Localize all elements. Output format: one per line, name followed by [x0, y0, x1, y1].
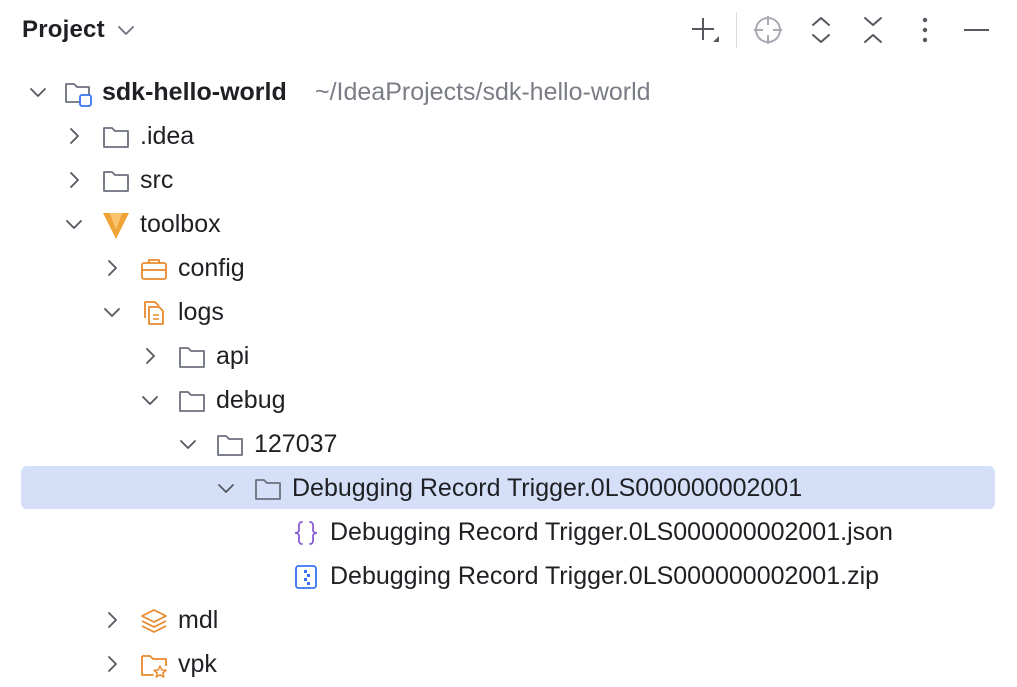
tree-row-zip-file[interactable]: Debugging Record Trigger.0LS000000002001…	[0, 554, 1017, 598]
collapse-all-icon[interactable]	[855, 12, 891, 48]
folder-icon	[217, 435, 243, 456]
project-path: ~/IdeaProjects/sdk-hello-world	[315, 78, 651, 106]
chevron-right-icon[interactable]	[64, 170, 84, 190]
chevron-down-icon[interactable]	[178, 434, 198, 454]
chevron-right-icon[interactable]	[102, 258, 122, 278]
tree-label: logs	[178, 298, 224, 326]
tree-row-127037[interactable]: 127037	[0, 422, 1017, 466]
chevron-right-icon[interactable]	[102, 610, 122, 630]
tree-row-debug[interactable]: debug	[0, 378, 1017, 422]
expand-all-icon[interactable]	[803, 12, 839, 48]
chevron-down-icon[interactable]	[216, 478, 236, 498]
chevron-down-icon[interactable]	[64, 214, 84, 234]
tree-label: 127037	[254, 430, 338, 458]
tree-label: Debugging Record Trigger.0LS000000002001…	[330, 562, 880, 590]
tree-row-vpk[interactable]: vpk	[0, 642, 1017, 686]
panel-header: Project	[0, 0, 1017, 62]
tree-row-json-file[interactable]: Debugging Record Trigger.0LS000000002001…	[0, 510, 1017, 554]
tree-label: config	[178, 254, 245, 282]
folder-icon	[103, 127, 129, 148]
panel-title[interactable]: Project	[22, 16, 105, 44]
tree-label: debug	[216, 386, 286, 414]
tree-label: src	[140, 166, 174, 194]
tree-label: toolbox	[140, 210, 221, 238]
more-options-icon[interactable]	[907, 12, 943, 48]
toolbar-separator	[736, 12, 737, 48]
hide-panel-icon[interactable]	[958, 12, 994, 48]
tree-label: vpk	[178, 650, 217, 678]
folder-icon	[255, 479, 281, 500]
tree-row-idea[interactable]: .idea	[0, 114, 1017, 158]
tree-row-src[interactable]: src	[0, 158, 1017, 202]
chevron-right-icon[interactable]	[64, 126, 84, 146]
new-file-icon[interactable]	[686, 12, 722, 48]
folder-icon	[103, 171, 129, 192]
package-folder-icon	[141, 655, 167, 678]
folder-icon	[179, 391, 205, 412]
tree-label: mdl	[178, 606, 219, 634]
locate-icon[interactable]	[750, 12, 786, 48]
chevron-right-icon[interactable]	[140, 346, 160, 366]
tree-label: api	[216, 342, 250, 370]
tree-row-toolbox[interactable]: toolbox	[0, 202, 1017, 246]
tree-row-mdl[interactable]: mdl	[0, 598, 1017, 642]
tree-row-config[interactable]: config	[0, 246, 1017, 290]
briefcase-icon	[141, 259, 167, 280]
json-file-icon	[294, 521, 318, 545]
logs-icon	[144, 301, 164, 325]
folder-icon	[179, 347, 205, 368]
tree-row-logs[interactable]: logs	[0, 290, 1017, 334]
chevron-down-icon[interactable]	[116, 20, 136, 40]
chevron-down-icon[interactable]	[28, 82, 48, 102]
tree-label: Debugging Record Trigger.0LS000000002001	[292, 474, 803, 502]
tree-row-api[interactable]: api	[0, 334, 1017, 378]
tree-row-sdk-hello-world[interactable]: sdk-hello-world ~/IdeaProjects/sdk-hello…	[0, 70, 1017, 114]
chevron-down-icon[interactable]	[140, 390, 160, 410]
tree-label: sdk-hello-world	[102, 78, 287, 106]
tree-row-debugging-record-trigger[interactable]: Debugging Record Trigger.0LS000000002001	[0, 466, 1017, 510]
chevron-right-icon[interactable]	[102, 654, 122, 674]
tree-label: .idea	[140, 122, 195, 150]
module-folder-icon	[65, 83, 92, 107]
chevron-down-icon[interactable]	[102, 302, 122, 322]
layers-icon	[141, 609, 167, 633]
vault-logo-icon	[103, 213, 129, 239]
zip-file-icon	[295, 565, 317, 589]
tree-label: Debugging Record Trigger.0LS000000002001…	[330, 518, 893, 546]
